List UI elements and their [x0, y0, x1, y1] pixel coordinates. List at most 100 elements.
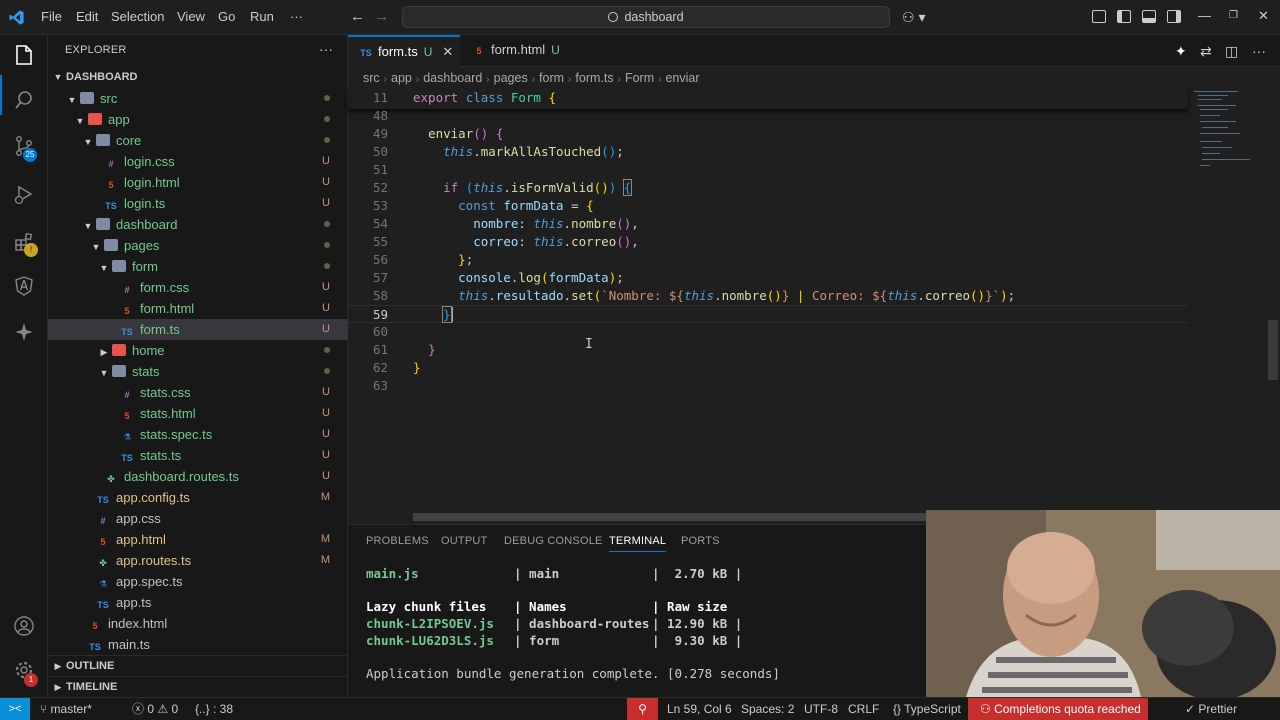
toggle-panel-icon[interactable] — [1142, 10, 1156, 23]
outline-section[interactable]: ▶ OUTLINE — [48, 655, 348, 676]
language-mode[interactable]: {} TypeScript — [893, 698, 961, 720]
tab-form-ts[interactable]: TS form.ts U ✕ — [348, 35, 460, 67]
split-editor-icon[interactable]: ◫ — [1225, 43, 1238, 60]
menu-run[interactable]: Run — [250, 9, 274, 24]
source-control-icon[interactable]: 25 — [12, 135, 37, 162]
editor-more-icon[interactable]: ··· — [1252, 43, 1266, 59]
tree-item-core[interactable]: ▼ core — [48, 130, 348, 151]
toggle-primary-sidebar-icon[interactable] — [1117, 10, 1131, 23]
tree-item-app-config-ts[interactable]: TS app.config.ts M — [48, 487, 348, 508]
explorer-icon[interactable] — [12, 43, 36, 67]
problems-indicator[interactable]: ⓧ 0 ⚠ 0 — [132, 698, 178, 720]
code-editor[interactable]: 11 export class Form { 48 49 enviar() { 5… — [348, 89, 1280, 509]
tree-item-dashboard-routes-ts[interactable]: ✤ dashboard.routes.ts U — [48, 466, 348, 487]
close-window-icon[interactable]: ✕ — [1258, 8, 1269, 24]
settings-icon[interactable]: 1 — [12, 659, 38, 687]
copilot-sparkle-icon[interactable]: ✦ — [1175, 43, 1187, 60]
tab-debug-console[interactable]: DEBUG CONSOLE — [504, 535, 603, 547]
tree-item-label: stats.html — [140, 406, 196, 421]
tree-item-label: index.html — [108, 616, 168, 631]
tree-item-app-spec-ts[interactable]: ⚗ app.spec.ts — [48, 571, 348, 592]
tree-item-label: dashboard.routes.ts — [124, 469, 239, 484]
tree-item-pages[interactable]: ▼ pages — [48, 235, 348, 256]
workspace-root[interactable]: ▼ DASHBOARD — [48, 67, 348, 88]
forward-arrow-icon[interactable]: → — [374, 8, 389, 25]
tree-item-home[interactable]: ▶ home — [48, 340, 348, 361]
tree-item-stats-css[interactable]: # stats.css U — [48, 382, 348, 403]
git-status-dot-icon — [324, 263, 330, 269]
tab-form-html[interactable]: 5 form.html U — [461, 35, 579, 67]
cursor-position[interactable]: Ln 59, Col 6 — [667, 698, 732, 720]
layout-customize-icon[interactable] — [1092, 10, 1106, 23]
minimap[interactable] — [1190, 89, 1270, 179]
tree-item-form-css[interactable]: # form.css U — [48, 277, 348, 298]
tree-item-index-html[interactable]: 5 index.html — [48, 613, 348, 634]
remote-indicator[interactable]: >< — [0, 698, 30, 720]
open-changes-icon[interactable]: ⇄ — [1200, 43, 1212, 60]
breadcrumb-item[interactable]: app — [391, 71, 412, 85]
breadcrumb-item[interactable]: enviar — [665, 71, 699, 85]
tree-item-login-ts[interactable]: TS login.ts U — [48, 193, 348, 214]
tab-terminal[interactable]: TERMINAL — [609, 535, 667, 552]
selection-indicator[interactable]: {..} : 38 — [195, 698, 233, 720]
minimize-icon[interactable]: — — [1198, 8, 1211, 23]
chunk-name: | dashboard-routes — [514, 616, 650, 631]
tree-item-form-ts[interactable]: TS form.ts U — [48, 319, 348, 340]
copilot-icon[interactable] — [12, 321, 36, 345]
timeline-section[interactable]: ▶ TIMELINE — [48, 676, 348, 697]
tree-item-stats-spec-ts[interactable]: ⚗ stats.spec.ts U — [48, 424, 348, 445]
restore-icon[interactable]: ❐ — [1229, 10, 1238, 21]
account-icon[interactable] — [12, 615, 36, 639]
tree-item-stats-html[interactable]: 5 stats.html U — [48, 403, 348, 424]
tree-item-app-ts[interactable]: TS app.ts — [48, 592, 348, 613]
close-tab-icon[interactable]: ✕ — [442, 44, 453, 59]
breadcrumb-item[interactable]: pages — [494, 71, 528, 85]
tab-output[interactable]: OUTPUT — [441, 535, 487, 547]
tab-ports[interactable]: PORTS — [681, 535, 720, 547]
tree-item-form-html[interactable]: 5 form.html U — [48, 298, 348, 319]
tree-item-stats-ts[interactable]: TS stats.ts U — [48, 445, 348, 466]
run-debug-icon[interactable] — [12, 183, 36, 207]
tree-item-app-html[interactable]: 5 app.html M — [48, 529, 348, 550]
tree-item-dashboard[interactable]: ▼ dashboard — [48, 214, 348, 235]
tree-item-app-routes-ts[interactable]: ✤ app.routes.ts M — [48, 550, 348, 571]
tree-item-main-ts[interactable]: TS main.ts — [48, 634, 348, 655]
command-center-search[interactable]: dashboard — [402, 6, 890, 28]
branch-indicator[interactable]: ⑂ master* — [40, 698, 92, 720]
chevron-down-icon: ▼ — [99, 263, 109, 273]
tree-item-login-css[interactable]: # login.css U — [48, 151, 348, 172]
tree-item-stats[interactable]: ▼ stats — [48, 361, 348, 382]
breadcrumb-item[interactable]: dashboard — [423, 71, 482, 85]
tree-item-src[interactable]: ▼ src — [48, 88, 348, 109]
menu-edit[interactable]: Edit — [76, 9, 98, 24]
tree-item-app-css[interactable]: # app.css — [48, 508, 348, 529]
horizontal-scrollbar[interactable] — [413, 513, 926, 521]
indentation[interactable]: Spaces: 2 — [741, 698, 794, 720]
toggle-secondary-sidebar-icon[interactable] — [1167, 10, 1181, 23]
extensions-icon[interactable]: ! — [12, 231, 38, 257]
copilot-quota-warning[interactable]: ⚇ Completions quota reached — [968, 698, 1148, 720]
angular-icon[interactable] — [12, 275, 36, 299]
menu-go[interactable]: Go — [218, 9, 235, 24]
copilot-menu-icon[interactable]: ⚇ ▾ — [902, 9, 925, 26]
line-ending[interactable]: CRLF — [848, 698, 879, 720]
tree-item-app[interactable]: ▼ app — [48, 109, 348, 130]
menu-more[interactable]: ··· — [290, 9, 303, 24]
search-icon[interactable] — [12, 89, 36, 113]
tab-problems[interactable]: PROBLEMS — [366, 535, 429, 547]
tree-item-form[interactable]: ▼ form — [48, 256, 348, 277]
breadcrumb-item[interactable]: src — [363, 71, 380, 85]
encoding[interactable]: UTF-8 — [804, 698, 838, 720]
menu-view[interactable]: View — [177, 9, 205, 24]
vertical-scrollbar[interactable] — [1268, 320, 1278, 380]
breadcrumb-item[interactable]: form.ts — [575, 71, 613, 85]
breadcrumb-item[interactable]: form — [539, 71, 564, 85]
explorer-more-icon[interactable]: ··· — [319, 41, 333, 57]
breadcrumb-item[interactable]: Form — [625, 71, 654, 85]
prettier-status[interactable]: ✓ Prettier — [1185, 698, 1237, 720]
menu-file[interactable]: File — [41, 9, 62, 24]
zoom-icon[interactable]: ⚲ — [627, 698, 658, 720]
back-arrow-icon[interactable]: ← — [350, 8, 365, 25]
tree-item-login-html[interactable]: 5 login.html U — [48, 172, 348, 193]
menu-selection[interactable]: Selection — [111, 9, 164, 24]
